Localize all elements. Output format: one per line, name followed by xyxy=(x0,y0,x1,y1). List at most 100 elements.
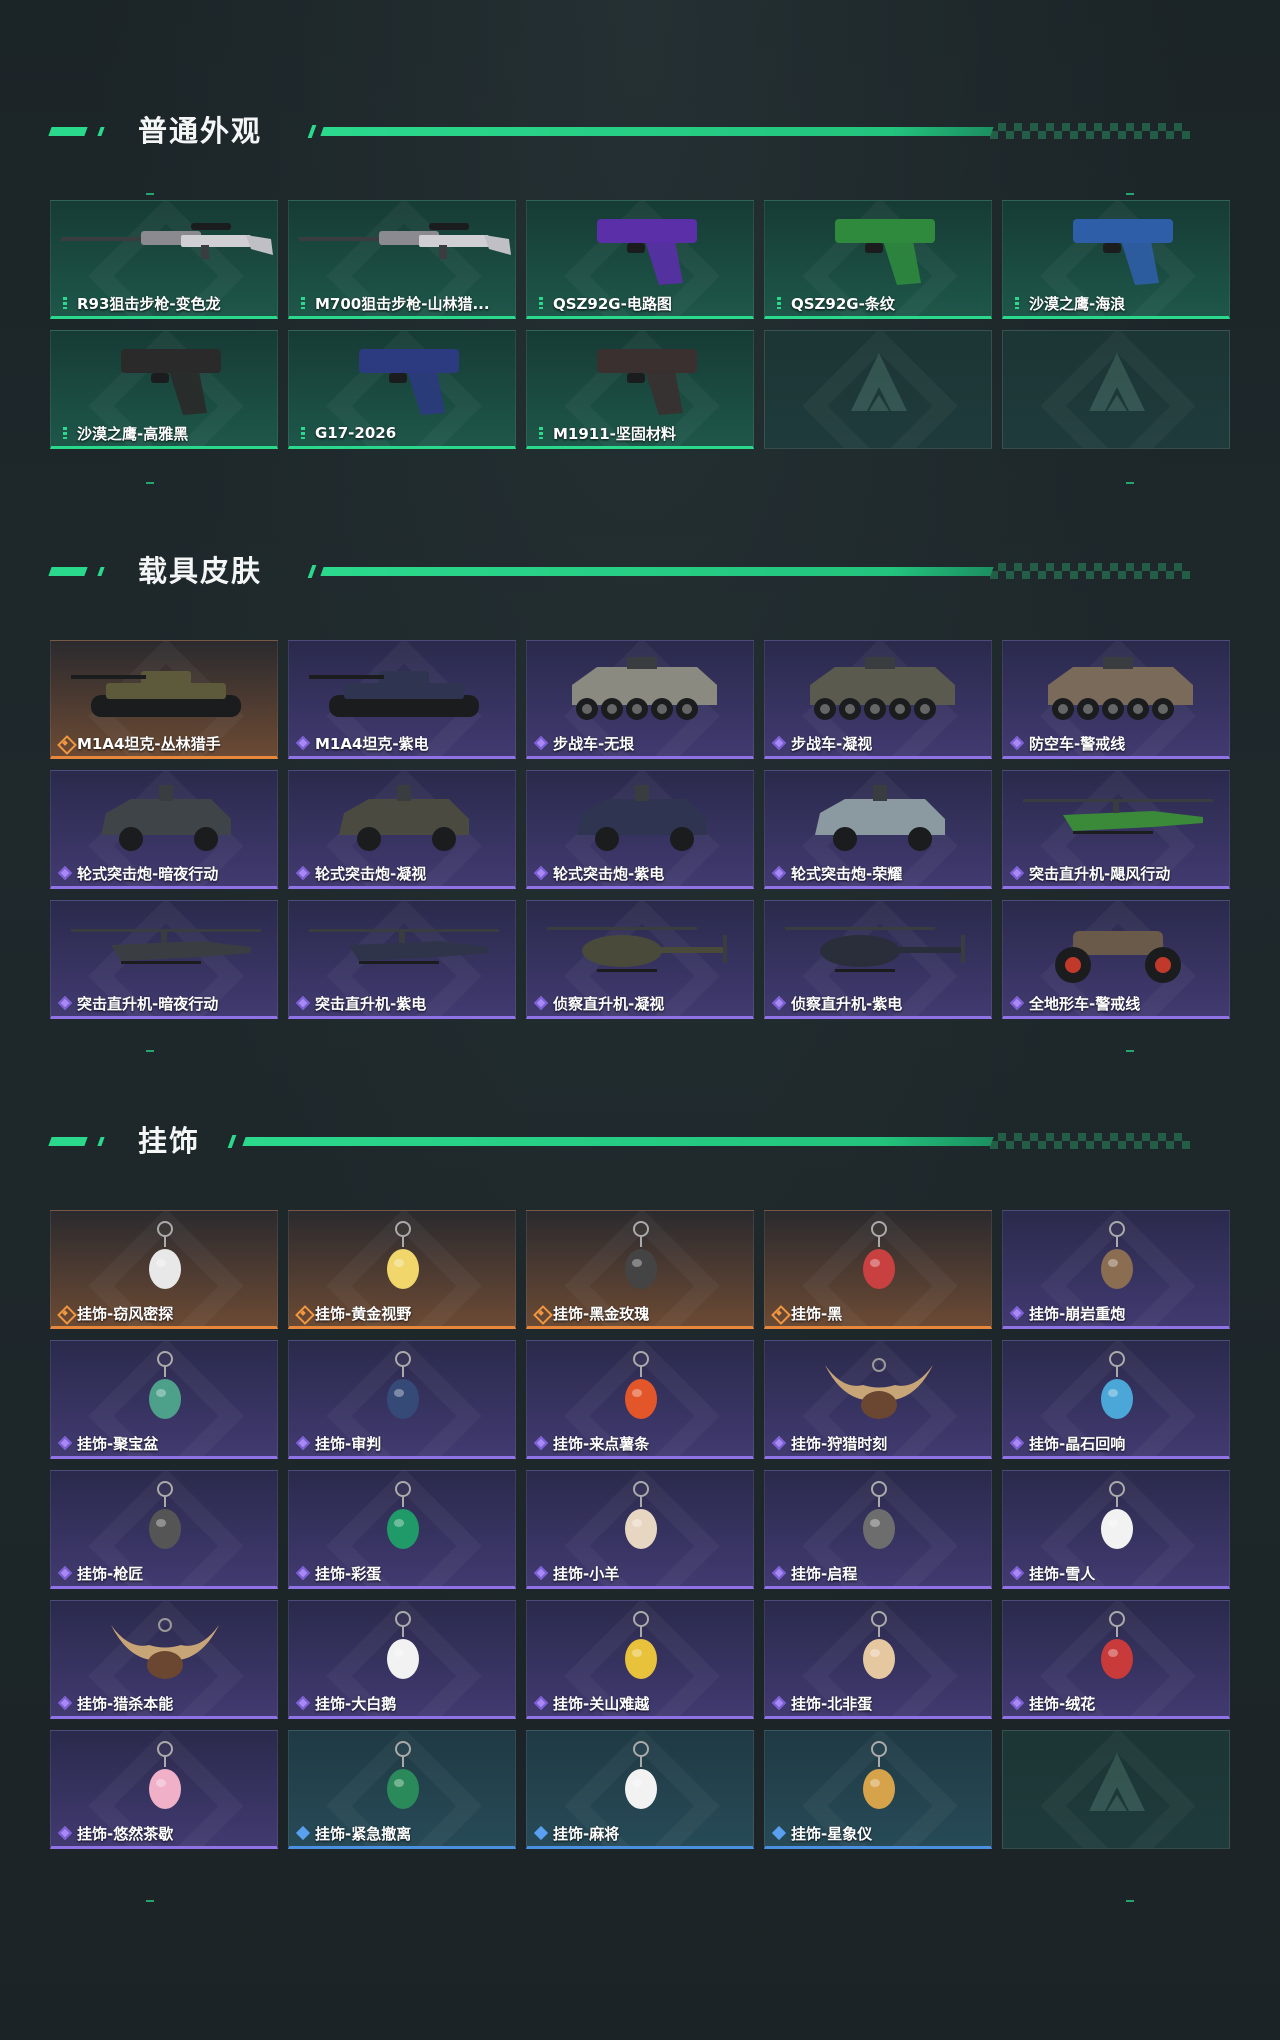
section-title: 挂饰 xyxy=(138,1124,201,1158)
header-accent xyxy=(227,1135,237,1148)
item-card[interactable]: 步战车-凝视 xyxy=(764,640,992,759)
section-title: 载具皮肤 xyxy=(138,554,263,588)
item-card[interactable]: 挂饰-小羊 xyxy=(526,1470,754,1589)
charm-icon xyxy=(527,1345,753,1433)
item-card[interactable]: 挂饰-大白鹅 xyxy=(288,1600,516,1719)
item-card[interactable]: 挂饰-北非蛋 xyxy=(764,1600,992,1719)
item-card[interactable]: 突击直升机-飓风行动 xyxy=(1002,770,1230,889)
item-card[interactable]: 挂饰-崩岩重炮 xyxy=(1002,1210,1230,1329)
rarity-icon xyxy=(535,737,547,749)
rarity-icon xyxy=(297,1827,309,1839)
item-label: 全地形车-警戒线 xyxy=(1011,994,1141,1013)
item-card[interactable]: 挂饰-紧急撤离 xyxy=(288,1730,516,1849)
item-label: 挂饰-绒花 xyxy=(1011,1694,1095,1713)
header-accent xyxy=(97,567,105,576)
empty-slot xyxy=(1002,1730,1230,1849)
pistol-icon xyxy=(527,205,753,293)
item-card[interactable]: 突击直升机-暗夜行动 xyxy=(50,900,278,1019)
item-label: 挂饰-星象仪 xyxy=(773,1824,872,1843)
rarity-icon xyxy=(297,427,309,439)
item-card[interactable]: 挂饰-麻将 xyxy=(526,1730,754,1849)
item-card[interactable]: 挂饰-关山难越 xyxy=(526,1600,754,1719)
rarity-icon xyxy=(297,997,309,1009)
item-card[interactable]: 挂饰-猎杀本能 xyxy=(50,1600,278,1719)
attack-helicopter-icon xyxy=(289,905,515,993)
rarity-icon xyxy=(773,1307,785,1319)
item-name: 挂饰-崩岩重炮 xyxy=(1029,1304,1126,1323)
item-name: 挂饰-晶石回响 xyxy=(1029,1434,1126,1453)
item-card[interactable]: 挂饰-悠然茶歇 xyxy=(50,1730,278,1849)
item-card[interactable]: 挂饰-雪人 xyxy=(1002,1470,1230,1589)
rarity-icon xyxy=(773,997,785,1009)
item-card[interactable]: 挂饰-窃风密探 xyxy=(50,1210,278,1329)
item-card[interactable]: 挂饰-晶石回响 xyxy=(1002,1340,1230,1459)
section-title: 普通外观 xyxy=(138,114,263,148)
item-label: 挂饰-窃风密探 xyxy=(59,1304,173,1323)
item-name: 挂饰-小羊 xyxy=(553,1564,620,1583)
item-card[interactable]: 防空车-警戒线 xyxy=(1002,640,1230,759)
rarity-icon xyxy=(59,997,71,1009)
item-name: M700狙击步枪-山林猎... xyxy=(315,294,490,313)
item-card[interactable]: QSZ92G-条纹 xyxy=(764,200,992,319)
item-card[interactable]: QSZ92G-电路图 xyxy=(526,200,754,319)
item-card[interactable]: M1A4坦克-丛林猎手 xyxy=(50,640,278,759)
item-name: 挂饰-彩蛋 xyxy=(315,1564,382,1583)
item-card[interactable]: 轮式突击炮-凝视 xyxy=(288,770,516,889)
charm-icon xyxy=(289,1475,515,1563)
rarity-icon xyxy=(59,427,71,439)
armored-car-icon xyxy=(527,775,753,863)
charm-icon xyxy=(51,1735,277,1823)
item-card[interactable]: 步战车-无垠 xyxy=(526,640,754,759)
item-card[interactable]: 挂饰-狩猎时刻 xyxy=(764,1340,992,1459)
item-card[interactable]: M700狙击步枪-山林猎... xyxy=(288,200,516,319)
placeholder-logo-icon xyxy=(1087,351,1147,421)
rarity-icon xyxy=(535,1567,547,1579)
decor-tick xyxy=(1126,482,1134,484)
item-label: M1A4坦克-紫电 xyxy=(297,734,429,753)
item-card[interactable]: 全地形车-警戒线 xyxy=(1002,900,1230,1019)
charm-icon xyxy=(51,1345,277,1433)
item-name: 挂饰-麻将 xyxy=(553,1824,620,1843)
item-card[interactable]: 轮式突击炮-荣耀 xyxy=(764,770,992,889)
item-card[interactable]: R93狙击步枪-变色龙 xyxy=(50,200,278,319)
item-card[interactable]: 挂饰-绒花 xyxy=(1002,1600,1230,1719)
item-label: 挂饰-黑金玫瑰 xyxy=(535,1304,649,1323)
item-card[interactable]: 挂饰-启程 xyxy=(764,1470,992,1589)
decor-tick xyxy=(146,1050,154,1052)
item-card[interactable]: 突击直升机-紫电 xyxy=(288,900,516,1019)
item-label: 挂饰-狩猎时刻 xyxy=(773,1434,887,1453)
item-card[interactable]: G17-2026 xyxy=(288,330,516,449)
item-name: 全地形车-警戒线 xyxy=(1029,994,1141,1013)
item-card[interactable]: 挂饰-黑 xyxy=(764,1210,992,1329)
rarity-icon xyxy=(773,867,785,879)
item-card[interactable]: 侦察直升机-紫电 xyxy=(764,900,992,1019)
item-card[interactable]: 挂饰-彩蛋 xyxy=(288,1470,516,1589)
item-name: 挂饰-黄金视野 xyxy=(315,1304,412,1323)
rarity-icon xyxy=(535,1697,547,1709)
item-card[interactable]: 挂饰-星象仪 xyxy=(764,1730,992,1849)
item-card[interactable]: 轮式突击炮-暗夜行动 xyxy=(50,770,278,889)
rarity-icon xyxy=(1011,1437,1023,1449)
rarity-icon xyxy=(297,867,309,879)
section-header: 挂饰 xyxy=(0,1110,1280,1170)
item-card[interactable]: 挂饰-聚宝盆 xyxy=(50,1340,278,1459)
rarity-icon xyxy=(535,297,547,309)
item-card[interactable]: 挂饰-审判 xyxy=(288,1340,516,1459)
item-card[interactable]: 挂饰-黑金玫瑰 xyxy=(526,1210,754,1329)
item-label: 轮式突击炮-紫电 xyxy=(535,864,664,883)
item-card[interactable]: 挂饰-枪匠 xyxy=(50,1470,278,1589)
item-card[interactable]: M1911-坚固材料 xyxy=(526,330,754,449)
item-label: 挂饰-黑 xyxy=(773,1304,842,1323)
charm-icon xyxy=(527,1215,753,1303)
item-card[interactable]: 沙漠之鹰-海浪 xyxy=(1002,200,1230,319)
item-card[interactable]: 侦察直升机-凝视 xyxy=(526,900,754,1019)
item-label: 轮式突击炮-凝视 xyxy=(297,864,426,883)
decor-tick xyxy=(146,1900,154,1902)
item-card[interactable]: 挂饰-黄金视野 xyxy=(288,1210,516,1329)
charm-icon xyxy=(527,1735,753,1823)
item-card[interactable]: 挂饰-来点薯条 xyxy=(526,1340,754,1459)
item-card[interactable]: 沙漠之鹰-高雅黑 xyxy=(50,330,278,449)
item-card[interactable]: 轮式突击炮-紫电 xyxy=(526,770,754,889)
item-label: 突击直升机-暗夜行动 xyxy=(59,994,218,1013)
item-card[interactable]: M1A4坦克-紫电 xyxy=(288,640,516,759)
